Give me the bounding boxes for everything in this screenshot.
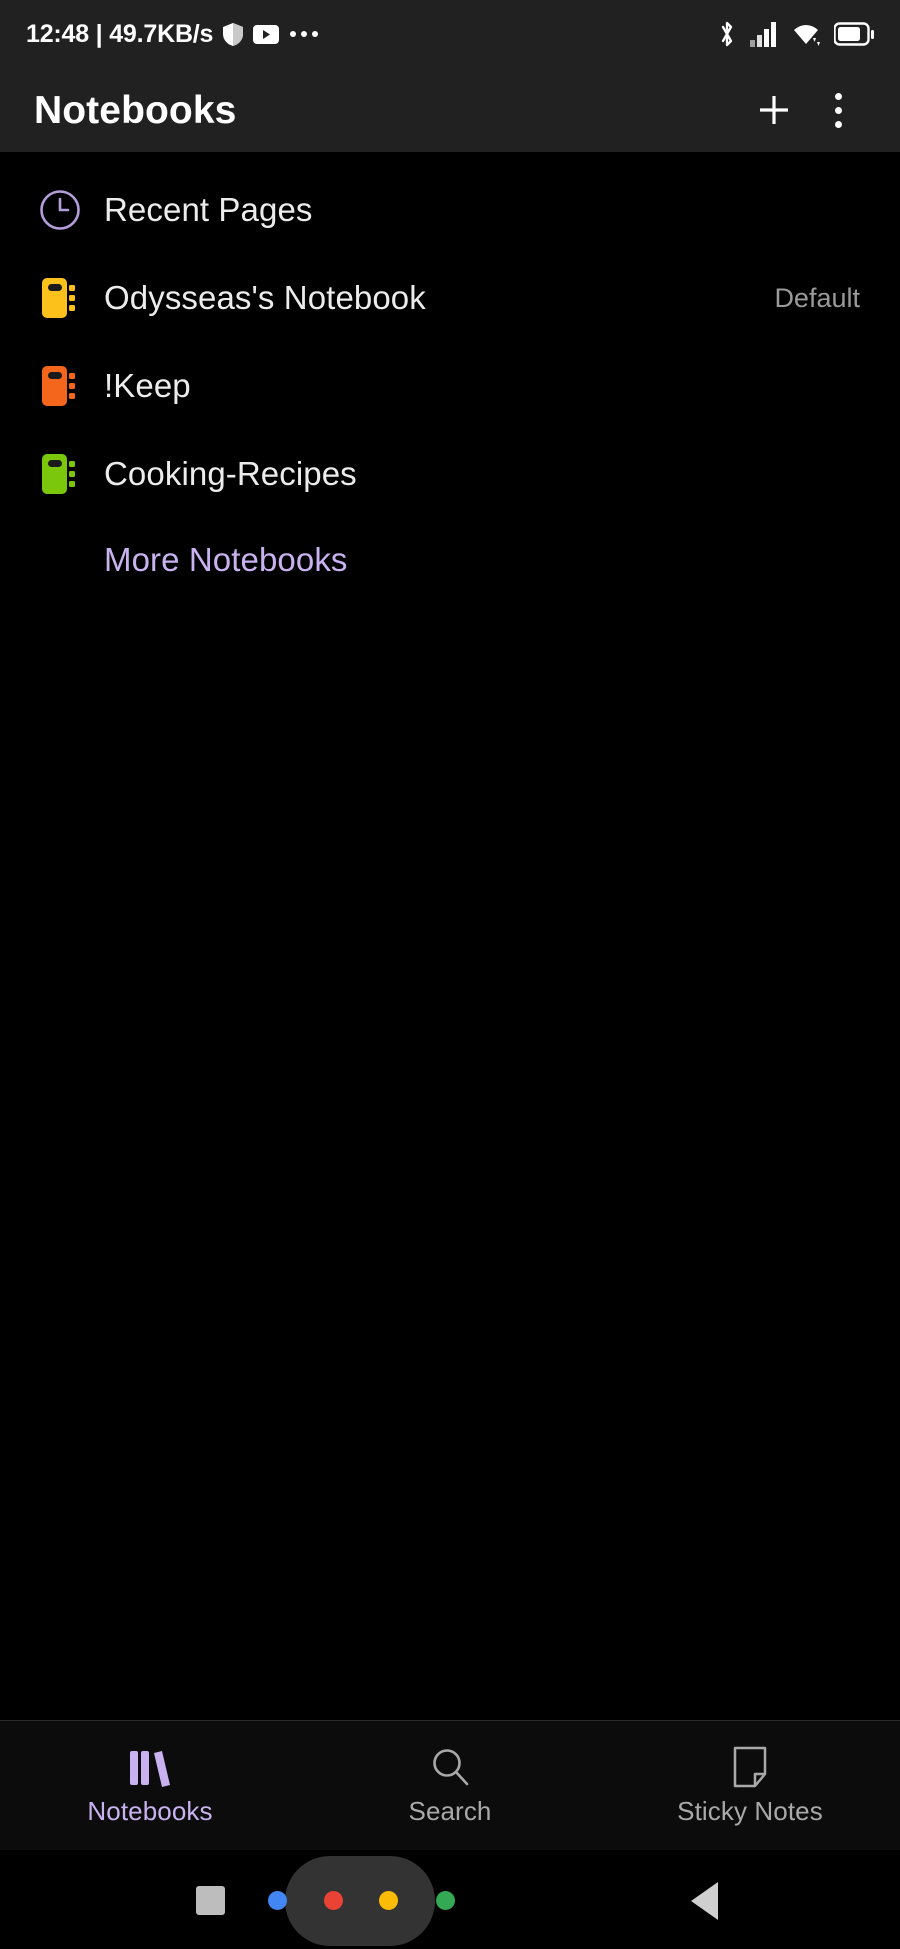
list-item-label: !Keep (104, 367, 191, 404)
status-clock: 12:48 | 49.7KB/s (26, 19, 214, 48)
page-title: Notebooks (34, 88, 237, 132)
bluetooth-icon (721, 21, 733, 47)
notebook-icon (34, 272, 86, 324)
list-item-cooking-recipes[interactable]: Cooking-Recipes (0, 430, 900, 518)
plus-icon (760, 96, 788, 124)
assistant-pill[interactable] (285, 1856, 435, 1946)
assistant-dot-yellow (379, 1891, 398, 1910)
books-icon (128, 1745, 172, 1789)
status-bar: 12:48 | 49.7KB/s (0, 0, 900, 68)
more-notebooks-link[interactable]: More Notebooks (0, 518, 900, 602)
tab-label: Notebooks (87, 1795, 213, 1826)
notebook-icon (34, 360, 86, 412)
tab-notebooks[interactable]: Notebooks (0, 1745, 300, 1827)
sticky-note-icon (731, 1745, 769, 1789)
system-navigation-bar (0, 1850, 900, 1949)
tab-label: Sticky Notes (677, 1795, 823, 1826)
clock-icon (34, 184, 86, 236)
search-icon (430, 1745, 470, 1789)
tab-label: Search (408, 1795, 492, 1826)
list-item-label: Cooking-Recipes (104, 455, 357, 492)
tab-search[interactable]: Search (300, 1745, 600, 1827)
notebook-list: Recent Pages Odysseas's Notebook Default (0, 152, 900, 1819)
battery-icon (834, 22, 874, 46)
more-notebooks-label: More Notebooks (104, 541, 348, 578)
youtube-icon (253, 24, 280, 44)
default-badge: Default (774, 282, 860, 313)
add-notebook-button[interactable] (742, 78, 806, 142)
tab-sticky-notes[interactable]: Sticky Notes (600, 1745, 900, 1827)
wifi-icon (794, 25, 820, 46)
cellular-signal-icon (750, 21, 776, 47)
status-bar-right (717, 20, 874, 48)
back-button[interactable] (691, 1882, 718, 1920)
list-item-odysseas-notebook[interactable]: Odysseas's Notebook Default (0, 254, 900, 342)
assistant-dot-blue (268, 1891, 287, 1910)
kebab-menu-icon (834, 92, 842, 128)
list-item-recent-pages[interactable]: Recent Pages (0, 166, 900, 254)
assistant-dot-red (324, 1891, 343, 1910)
recents-button[interactable] (196, 1886, 225, 1915)
shield-icon (223, 22, 244, 46)
notebook-icon (34, 448, 86, 500)
more-dots-icon (290, 31, 319, 37)
list-item-keep[interactable]: !Keep (0, 342, 900, 430)
list-item-label: Odysseas's Notebook (104, 279, 426, 316)
status-bar-left: 12:48 | 49.7KB/s (26, 20, 717, 49)
assistant-dot-green (436, 1891, 455, 1910)
app-bar: Notebooks (0, 68, 900, 152)
overflow-menu-button[interactable] (806, 78, 870, 142)
phone-screen: 12:48 | 49.7KB/s Notebooks Recent Pages … (0, 0, 900, 1949)
bottom-navigation: Notebooks Search Sticky Notes (0, 1720, 900, 1850)
list-item-label: Recent Pages (104, 191, 313, 228)
